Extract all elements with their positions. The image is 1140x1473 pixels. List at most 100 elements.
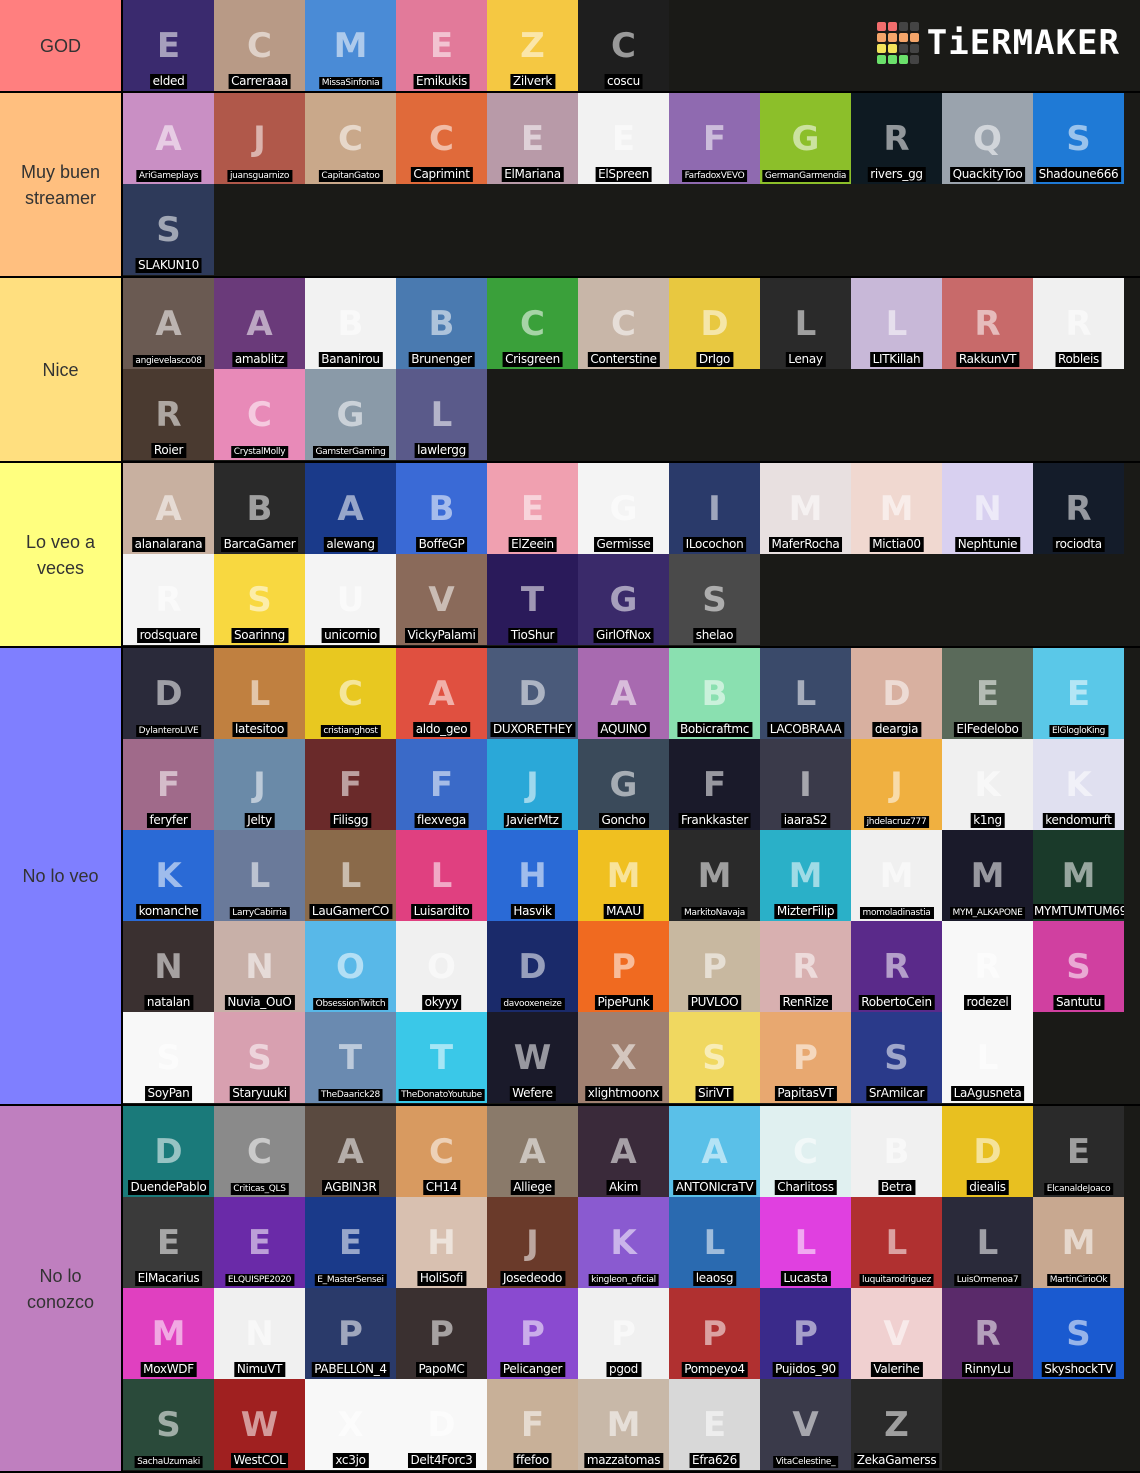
streamer-tile[interactable]: E ELQUISPE2020 xyxy=(214,1197,305,1288)
streamer-tile[interactable]: S SoyPan xyxy=(123,1012,214,1103)
streamer-tile[interactable]: Kkomanche xyxy=(123,830,214,921)
streamer-tile[interactable]: Kk1ng xyxy=(942,739,1033,830)
streamer-tile[interactable]: B BarcaGamer xyxy=(214,463,305,554)
streamer-tile[interactable]: A ANTONIcraTV xyxy=(669,1106,760,1197)
tiermaker-logo[interactable]: TiERMAKER xyxy=(876,22,1120,64)
streamer-tile[interactable]: G Germisse xyxy=(578,463,669,554)
streamer-tile[interactable]: Ddiealis xyxy=(942,1106,1033,1197)
streamer-tile[interactable]: A Akim xyxy=(578,1106,669,1197)
streamer-tile[interactable]: Q QuackityToo xyxy=(942,93,1033,184)
tier-label[interactable]: No lo veo xyxy=(0,648,123,1104)
streamer-tile[interactable]: L LACOBRAAA xyxy=(760,648,851,739)
streamer-tile[interactable]: L LarryCabirria xyxy=(214,830,305,921)
streamer-tile[interactable]: B Brunenger xyxy=(396,278,487,369)
streamer-tile[interactable]: N Nuvia_OuO xyxy=(214,921,305,1012)
streamer-tile[interactable]: Aalewang xyxy=(305,463,396,554)
streamer-tile[interactable]: A Alliege xyxy=(487,1106,578,1197)
streamer-tile[interactable]: IiaaraS2 xyxy=(760,739,851,830)
streamer-tile[interactable]: L LauGamerCO xyxy=(305,830,396,921)
streamer-tile[interactable]: Ddeargia xyxy=(851,648,942,739)
streamer-tile[interactable]: Rrociodta xyxy=(1033,463,1124,554)
streamer-tile[interactable]: V VitaCelestine_ xyxy=(760,1379,851,1470)
streamer-tile[interactable]: D DrIgo xyxy=(669,278,760,369)
streamer-tile[interactable]: E Emikukis xyxy=(396,0,487,91)
streamer-tile[interactable]: E ElcanaldeJoaco xyxy=(1033,1106,1124,1197)
streamer-tile[interactable]: F Filisgg xyxy=(305,739,396,830)
streamer-tile[interactable]: B Bananirou xyxy=(305,278,396,369)
streamer-tile[interactable]: Rrodezel xyxy=(942,921,1033,1012)
streamer-tile[interactable]: M MoxWDF xyxy=(123,1288,214,1379)
streamer-tile[interactable]: J JavierMtz xyxy=(487,739,578,830)
streamer-tile[interactable]: G Goncho xyxy=(578,739,669,830)
streamer-tile[interactable]: M MarkitoNavaja xyxy=(669,830,760,921)
streamer-tile[interactable]: Ookyyy xyxy=(396,921,487,1012)
tier-label[interactable]: No lo conozco xyxy=(0,1106,123,1471)
streamer-tile[interactable]: P PUVLOO xyxy=(669,921,760,1012)
streamer-tile[interactable]: L LuisOrmenoa7 xyxy=(942,1197,1033,1288)
streamer-tile[interactable]: E ElZeein xyxy=(487,463,578,554)
streamer-tile[interactable]: E ElMariana xyxy=(487,93,578,184)
streamer-tile[interactable]: S Santutu xyxy=(1033,921,1124,1012)
tier-label[interactable]: Muy buen streamer xyxy=(0,93,123,276)
streamer-tile[interactable]: Z Zilverk xyxy=(487,0,578,91)
streamer-tile[interactable]: Aamablitz xyxy=(214,278,305,369)
streamer-tile[interactable]: R RenRize xyxy=(760,921,851,1012)
streamer-tile[interactable]: V Valerihe xyxy=(851,1288,942,1379)
streamer-tile[interactable]: A AGBIN3R xyxy=(305,1106,396,1197)
streamer-tile[interactable]: Ccristianghost xyxy=(305,648,396,739)
streamer-tile[interactable]: Llatesitoo xyxy=(214,648,305,739)
streamer-tile[interactable]: T TheDaarick28 xyxy=(305,1012,396,1103)
streamer-tile[interactable]: G GirlOfNox xyxy=(578,554,669,645)
streamer-tile[interactable]: Llawlergg xyxy=(396,369,487,460)
streamer-tile[interactable]: A AQUINO xyxy=(578,648,669,739)
streamer-tile[interactable]: C Criticas_QLS xyxy=(214,1106,305,1197)
streamer-tile[interactable]: M MaferRocha xyxy=(760,463,851,554)
streamer-tile[interactable]: Sshelao xyxy=(669,554,760,645)
tier-label[interactable]: Lo veo a veces xyxy=(0,463,123,646)
streamer-tile[interactable]: N NimuVT xyxy=(214,1288,305,1379)
streamer-tile[interactable]: Fferyfer xyxy=(123,739,214,830)
streamer-tile[interactable]: M MYM_ALKAPONE xyxy=(942,830,1033,921)
streamer-tile[interactable]: Xxlightmoonx xyxy=(578,1012,669,1103)
streamer-tile[interactable]: E E_MasterSensei xyxy=(305,1197,396,1288)
streamer-tile[interactable]: R RakkunVT xyxy=(942,278,1033,369)
streamer-tile[interactable]: D DUXORETHEY xyxy=(487,648,578,739)
streamer-tile[interactable]: Xxc3jo xyxy=(305,1379,396,1470)
streamer-tile[interactable]: L Lenay xyxy=(760,278,851,369)
streamer-tile[interactable]: F FarfadoxVEVO xyxy=(669,93,760,184)
streamer-tile[interactable]: Mmazzatomas xyxy=(578,1379,669,1470)
streamer-tile[interactable]: P PapoMC xyxy=(396,1288,487,1379)
streamer-tile[interactable]: T TheDonatoYoutube xyxy=(396,1012,487,1103)
streamer-tile[interactable]: V VickyPalami xyxy=(396,554,487,645)
streamer-tile[interactable]: R RinnyLu xyxy=(942,1288,1033,1379)
streamer-tile[interactable]: P Pujidos_90 xyxy=(760,1288,851,1379)
streamer-tile[interactable]: A AriGameplays xyxy=(123,93,214,184)
streamer-tile[interactable]: P Pompeyo4 xyxy=(669,1288,760,1379)
streamer-tile[interactable]: D DylanteroLIVE xyxy=(123,648,214,739)
streamer-tile[interactable]: C CrystalMolly xyxy=(214,369,305,460)
streamer-tile[interactable]: M MAAU xyxy=(578,830,669,921)
streamer-tile[interactable]: Uunicornio xyxy=(305,554,396,645)
streamer-tile[interactable]: M MizterFilip xyxy=(760,830,851,921)
streamer-tile[interactable]: P Pelicanger xyxy=(487,1288,578,1379)
streamer-tile[interactable]: S SkyshockTV xyxy=(1033,1288,1124,1379)
streamer-tile[interactable]: C CH14 xyxy=(396,1106,487,1197)
streamer-tile[interactable]: M MartinCirioOk xyxy=(1033,1197,1124,1288)
streamer-tile[interactable]: M MYMTUMTUM69 xyxy=(1033,830,1124,921)
streamer-tile[interactable]: E Efra626 xyxy=(669,1379,760,1470)
streamer-tile[interactable]: R RobertoCein xyxy=(851,921,942,1012)
streamer-tile[interactable]: M Mictia00 xyxy=(851,463,942,554)
streamer-tile[interactable]: S SrAmilcar xyxy=(851,1012,942,1103)
streamer-tile[interactable]: S SachaUzumaki xyxy=(123,1379,214,1470)
streamer-tile[interactable]: Fffefoo xyxy=(487,1379,578,1470)
tier-label[interactable]: GOD xyxy=(0,0,123,91)
streamer-tile[interactable]: W Wefere xyxy=(487,1012,578,1103)
streamer-tile[interactable]: C Caprimint xyxy=(396,93,487,184)
streamer-tile[interactable]: H Hasvik xyxy=(487,830,578,921)
streamer-tile[interactable]: I ILocochon xyxy=(669,463,760,554)
streamer-tile[interactable]: Eelded xyxy=(123,0,214,91)
streamer-tile[interactable]: Aalanalarana xyxy=(123,463,214,554)
streamer-tile[interactable]: E ElMacarius xyxy=(123,1197,214,1288)
streamer-tile[interactable]: W WestCOL xyxy=(214,1379,305,1470)
streamer-tile[interactable]: Kkendomurft xyxy=(1033,739,1124,830)
